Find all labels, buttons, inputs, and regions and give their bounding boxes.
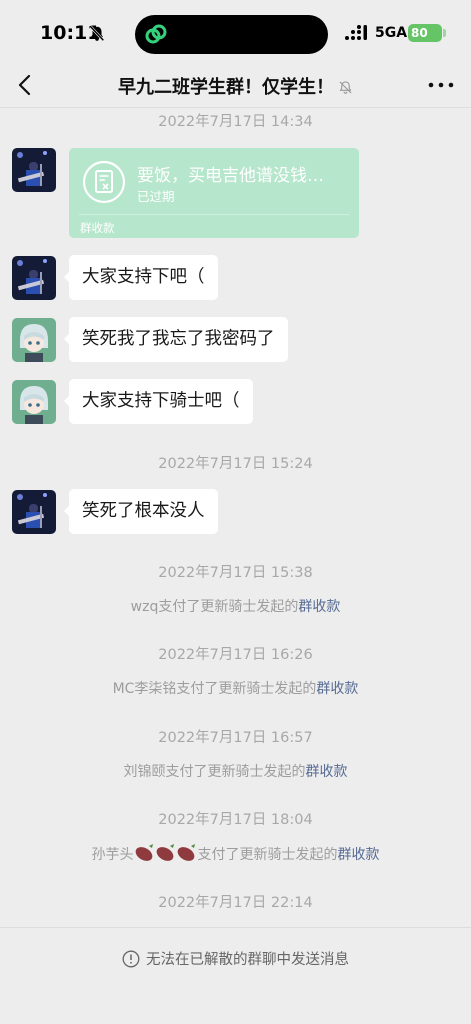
avatar-guitarist[interactable] xyxy=(12,148,56,192)
message-bubble[interactable]: 笑死了根本没人 xyxy=(64,489,218,534)
timestamp: 2022年7月17日 15:24 xyxy=(158,456,313,472)
more-dots-icon[interactable] xyxy=(427,80,455,90)
group-payment-link[interactable]: 群收款 xyxy=(306,764,348,780)
system-message: MC李柒铭支付了更新骑士发起的群收款 xyxy=(0,678,471,698)
sweet-potato-emoji xyxy=(135,844,195,861)
group-payment-link[interactable]: 群收款 xyxy=(298,599,340,615)
system-message: 刘锦颐支付了更新骑士发起的群收款 xyxy=(0,761,471,781)
avatar-guitarist[interactable] xyxy=(12,490,56,534)
payment-title: 要饭，买电吉他谱没钱… xyxy=(137,166,324,186)
avatar-anime[interactable] xyxy=(12,380,56,424)
system-message-text: wzq支付了更新骑士发起的 xyxy=(130,599,299,615)
system-message-name: 孙芋头 xyxy=(91,847,134,863)
dynamic-island xyxy=(135,15,328,54)
system-message-text: 支付了更新骑士发起的 xyxy=(197,847,338,863)
message-bubble[interactable]: 大家支持下骑士吧（ xyxy=(64,379,253,424)
timestamp: 2022年7月17日 22:14 xyxy=(158,895,313,911)
status-bar: 10:11 5GA 80 xyxy=(0,0,471,64)
message-bubble[interactable]: 笑死我了我忘了我密码了 xyxy=(64,317,288,362)
system-message: wzq支付了更新骑士发起的群收款 xyxy=(0,596,471,616)
system-message-text: MC李柒铭支付了更新骑士发起的 xyxy=(112,681,317,697)
notice-text: 无法在已解散的群聊中发送消息 xyxy=(146,952,349,968)
group-payment-link[interactable]: 群收款 xyxy=(338,847,380,863)
chat-title-wrapper: 早九二班学生群！仅学生！ xyxy=(0,73,471,99)
link-chain-icon xyxy=(145,24,167,44)
timestamp: 2022年7月17日 14:34 xyxy=(158,114,313,130)
chat-title: 早九二班学生群！仅学生！ xyxy=(118,77,334,98)
payment-divider xyxy=(79,214,349,215)
system-message-text: 刘锦颐支付了更新骑士发起的 xyxy=(123,764,306,780)
payment-footer-label: 群收款 xyxy=(80,221,115,235)
group-payment-link[interactable]: 群收款 xyxy=(316,681,358,697)
timestamp: 2022年7月17日 16:26 xyxy=(158,647,313,663)
network-type: 5GA xyxy=(375,25,408,41)
bottom-divider xyxy=(0,927,471,928)
timestamp: 2022年7月17日 16:57 xyxy=(158,730,313,746)
info-circle-icon xyxy=(122,950,140,968)
avatar-anime[interactable] xyxy=(12,318,56,362)
group-payment-card[interactable]: 要饭，买电吉他谱没钱… 已过期 群收款 xyxy=(69,148,359,238)
battery-level: 80 xyxy=(411,26,428,40)
timestamp: 2022年7月17日 18:04 xyxy=(158,812,313,828)
chat-nav-bar: 早九二班学生群！仅学生！ xyxy=(0,64,471,108)
timestamp: 2022年7月17日 15:38 xyxy=(158,565,313,581)
battery-indicator: 80 xyxy=(408,24,442,42)
system-message: 孙芋头 支付了更新骑士发起的群收款 xyxy=(0,843,471,864)
payment-receipt-icon xyxy=(82,160,126,204)
battery-tip xyxy=(443,29,446,37)
mute-bell-icon xyxy=(339,81,352,94)
signal-icon xyxy=(345,25,367,40)
message-bubble[interactable]: 大家支持下吧（ xyxy=(64,255,218,300)
dissolved-group-notice: 无法在已解散的群聊中发送消息 xyxy=(0,948,471,969)
avatar-guitarist[interactable] xyxy=(12,256,56,300)
bell-off-icon xyxy=(89,25,105,42)
payment-status: 已过期 xyxy=(137,189,175,204)
